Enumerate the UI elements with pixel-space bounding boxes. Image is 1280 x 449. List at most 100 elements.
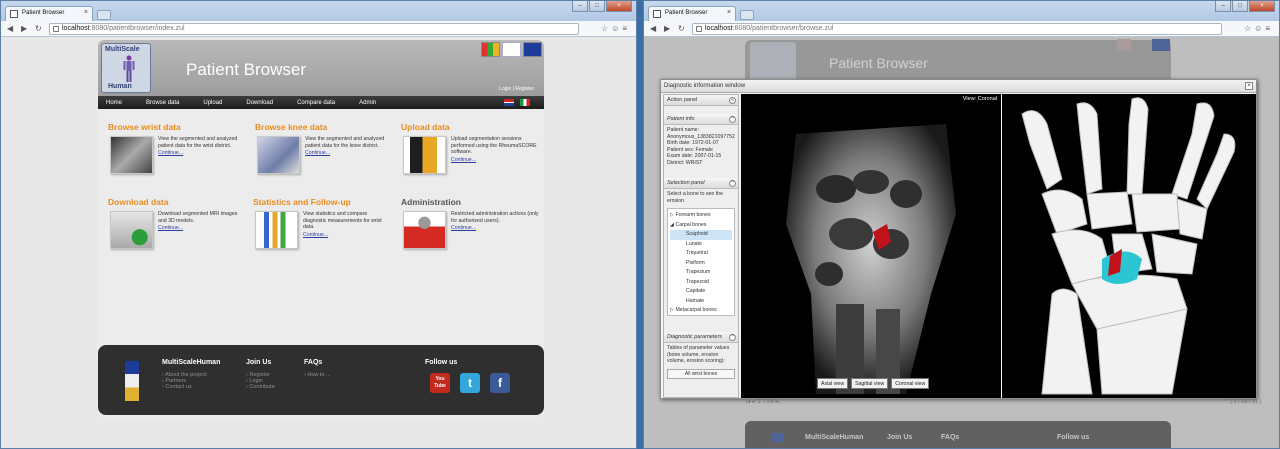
multiscalehuman-logo[interactable]: MultiScale Human bbox=[101, 43, 151, 93]
url-path: :8080/patientbrowser/browse.zul bbox=[732, 25, 834, 32]
statistics-chart-icon[interactable] bbox=[255, 211, 298, 249]
footer-link[interactable]: › How to ... bbox=[304, 372, 331, 378]
wrist-scan-thumbnail[interactable] bbox=[110, 136, 153, 174]
continue-link[interactable]: Continue... bbox=[303, 232, 391, 239]
tree-leaf-triquetral[interactable]: Triquetral bbox=[670, 249, 732, 259]
section-desc-text: View the segmented and analyzed patient … bbox=[158, 136, 238, 149]
continue-link[interactable]: Continue... bbox=[158, 150, 246, 157]
close-tab-icon[interactable]: × bbox=[84, 9, 88, 16]
menu-upload[interactable]: Upload bbox=[203, 100, 222, 106]
tree-leaf-hamate[interactable]: Hamate bbox=[670, 297, 732, 307]
continue-link[interactable]: Continue... bbox=[451, 157, 539, 164]
browser-tab[interactable]: Patient Browser × bbox=[5, 6, 93, 21]
minimize-button[interactable]: – bbox=[572, 1, 588, 12]
login-link[interactable]: Login bbox=[499, 86, 511, 92]
youtube-icon[interactable]: You Tube bbox=[430, 373, 450, 393]
toolbar-icons[interactable]: ☆☺≡ bbox=[601, 24, 630, 33]
collapse-panel-icon[interactable]: « bbox=[729, 97, 736, 104]
maximize-button[interactable]: □ bbox=[589, 1, 605, 12]
3d-model-view[interactable] bbox=[1002, 94, 1256, 398]
coronal-view-button[interactable]: Coronal view bbox=[891, 378, 930, 389]
section-title[interactable]: Upload data bbox=[401, 122, 541, 132]
eu-flag-icon bbox=[523, 42, 542, 57]
menu-browse-data[interactable]: Browse data bbox=[146, 100, 179, 106]
tree-node-carpal[interactable]: ◢ Carpal bones bbox=[670, 221, 732, 231]
italy-flag-icon[interactable] bbox=[520, 99, 530, 106]
new-tab-button[interactable] bbox=[740, 10, 754, 20]
close-dialog-icon[interactable]: × bbox=[1245, 82, 1253, 90]
twitter-icon[interactable]: t bbox=[460, 373, 480, 393]
download-drive-icon[interactable] bbox=[110, 211, 153, 249]
section-title[interactable]: Browse knee data bbox=[255, 122, 395, 132]
reload-icon[interactable]: ↻ bbox=[678, 24, 685, 34]
collapse-patient-info-icon[interactable]: ^ bbox=[729, 116, 736, 123]
tree-node-forearm[interactable]: ▷ Forearm bones bbox=[670, 211, 732, 221]
uk-flag-icon[interactable] bbox=[504, 99, 514, 106]
menu-admin[interactable]: Admin bbox=[359, 100, 376, 106]
admin-toolbox-icon[interactable] bbox=[403, 211, 446, 249]
upload-folder-icon[interactable] bbox=[403, 136, 446, 174]
section-title[interactable]: Statistics and Follow-up bbox=[253, 197, 393, 207]
footer-link[interactable]: › Contact us bbox=[162, 384, 220, 390]
section-title[interactable]: Administration bbox=[401, 197, 541, 207]
register-link[interactable]: Register bbox=[515, 86, 534, 92]
login-bar: Login | Register bbox=[499, 86, 534, 92]
section-description: Download segmented MRI images and 3D mod… bbox=[158, 211, 246, 232]
address-bar[interactable]: localhost:8080/patientbrowser/index.zul bbox=[49, 23, 579, 35]
section-title[interactable]: Download data bbox=[108, 197, 248, 207]
menu-download[interactable]: Download bbox=[246, 100, 273, 106]
address-bar[interactable]: localhost:8080/patientbrowser/browse.zul bbox=[692, 23, 1222, 35]
action-panel-header[interactable]: Action panel « bbox=[664, 95, 738, 106]
diagnostic-params-header[interactable]: Diagnostic parameters ^ bbox=[664, 332, 738, 343]
tree-node-metacarpal[interactable]: ▷ Metacarpal bones bbox=[670, 306, 732, 316]
sagittal-view-button[interactable]: Sagittal view bbox=[851, 378, 889, 389]
back-icon[interactable]: ◀ bbox=[650, 24, 656, 34]
browser-tab[interactable]: Patient Browser × bbox=[648, 6, 736, 21]
minimize-button[interactable]: – bbox=[1215, 1, 1231, 12]
collapse-selection-icon[interactable]: ^ bbox=[729, 180, 736, 187]
axial-view-button[interactable]: Axial view bbox=[817, 378, 849, 389]
knee-scan-thumbnail[interactable] bbox=[257, 136, 300, 174]
dialog-title: Diagnostic information window bbox=[664, 83, 746, 89]
back-icon[interactable]: ◀ bbox=[7, 24, 13, 34]
logo-text-bottom: Human bbox=[108, 83, 132, 90]
continue-link[interactable]: Continue... bbox=[451, 225, 539, 232]
tree-leaf-scaphoid[interactable]: Scaphoid bbox=[670, 230, 732, 240]
facebook-icon[interactable]: f bbox=[490, 373, 510, 393]
forward-icon[interactable]: ▶ bbox=[664, 24, 670, 34]
section-description: Upload segmentation sessions performed u… bbox=[451, 136, 539, 163]
site-footer: MultiScaleHuman › About the project › Pa… bbox=[98, 345, 544, 415]
url-host: localhost bbox=[62, 25, 90, 32]
continue-link[interactable]: Continue... bbox=[158, 225, 246, 232]
continue-link[interactable]: Continue... bbox=[305, 150, 393, 157]
mri-slice-view[interactable]: View: Coronal Axial view Sagittal view C… bbox=[741, 94, 1001, 398]
close-window-button[interactable]: × bbox=[1249, 1, 1275, 12]
forward-icon[interactable]: ▶ bbox=[21, 24, 27, 34]
menu-home[interactable]: Home bbox=[106, 100, 122, 106]
footer-link[interactable]: › Contribute bbox=[246, 384, 275, 390]
tree-leaf-lunate[interactable]: Lunate bbox=[670, 240, 732, 250]
tree-toggle-icon[interactable]: ▷ bbox=[670, 212, 674, 218]
tree-leaf-trapezoid[interactable]: Trapezoid bbox=[670, 278, 732, 288]
new-tab-button[interactable] bbox=[97, 10, 111, 20]
collapse-diagnostic-icon[interactable]: ^ bbox=[729, 334, 736, 341]
maximize-button[interactable]: □ bbox=[1232, 1, 1248, 12]
tree-toggle-icon[interactable]: ◢ bbox=[670, 222, 674, 228]
toolbar-icons[interactable]: ☆☺≡ bbox=[1244, 24, 1273, 33]
page-info-icon bbox=[53, 26, 59, 32]
tree-leaf-trapezium[interactable]: Trapezium bbox=[670, 268, 732, 278]
footer-col-title: Join Us bbox=[246, 359, 272, 366]
footer-col-join: Join Us › Register › Login › Contribute bbox=[246, 359, 275, 390]
patient-info-header[interactable]: Patient info ^ bbox=[664, 114, 738, 125]
tree-leaf-capitate[interactable]: Capitate bbox=[670, 287, 732, 297]
close-tab-icon[interactable]: × bbox=[727, 9, 731, 16]
tree-toggle-icon[interactable]: ▷ bbox=[670, 307, 674, 313]
section-title[interactable]: Browse wrist data bbox=[108, 122, 248, 132]
tree-leaf-pisiform[interactable]: Pisiform bbox=[670, 259, 732, 269]
selection-panel-header[interactable]: Selection panel ^ bbox=[664, 178, 738, 189]
menu-compare-data[interactable]: Compare data bbox=[297, 100, 335, 106]
close-window-button[interactable]: × bbox=[606, 1, 632, 12]
reload-icon[interactable]: ↻ bbox=[35, 24, 42, 34]
all-wrist-bones-button[interactable]: All wrist bones bbox=[667, 368, 735, 379]
section-desc-text: Restricted administration actions (only … bbox=[451, 211, 539, 224]
